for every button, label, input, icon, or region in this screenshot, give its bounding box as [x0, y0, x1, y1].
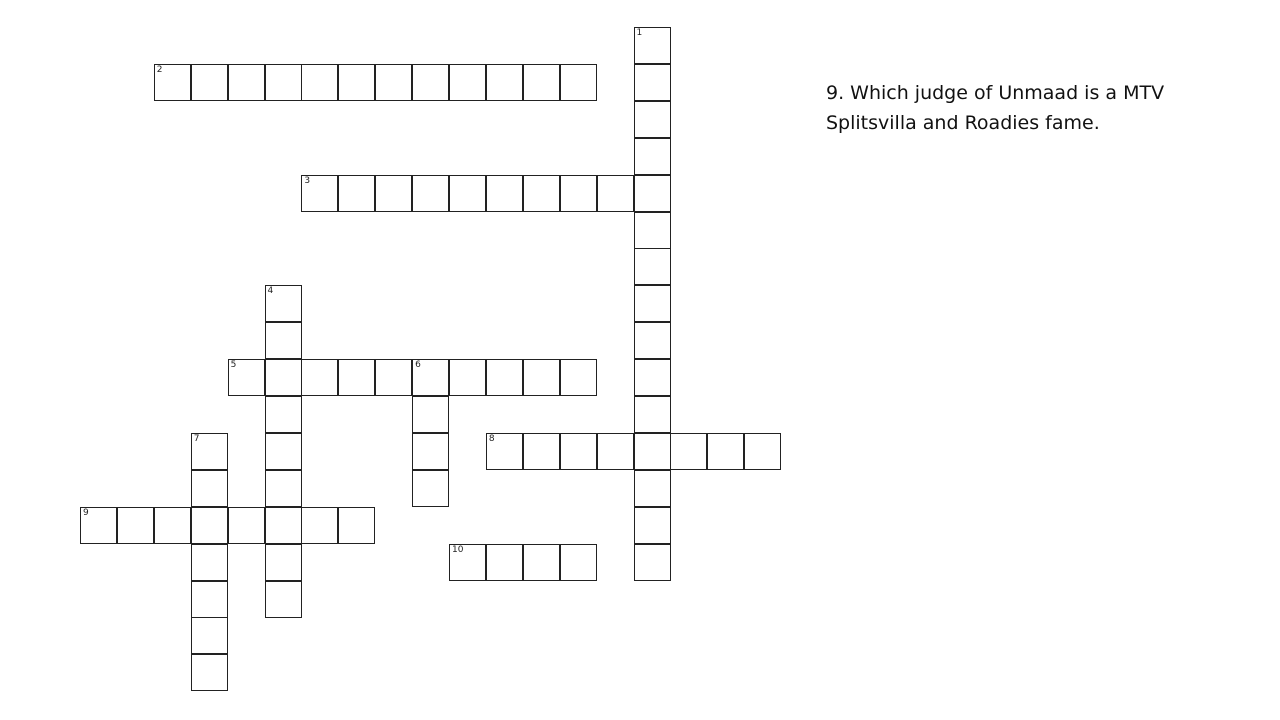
- clue-number: 8: [488, 433, 495, 444]
- clue-number: 4: [267, 286, 274, 297]
- crossword-cell[interactable]: [190, 63, 228, 101]
- crossword-cell[interactable]: [264, 506, 302, 544]
- clue-number: 1: [636, 28, 643, 38]
- crossword-cell[interactable]: [412, 174, 450, 212]
- clue-number: 6: [415, 360, 421, 371]
- crossword-cell[interactable]: [190, 469, 228, 507]
- crossword-cell[interactable]: [449, 174, 486, 212]
- crossword-cell[interactable]: [190, 654, 228, 692]
- crossword-cell[interactable]: 5: [227, 359, 265, 397]
- crossword-cell[interactable]: [375, 174, 413, 212]
- crossword-cell[interactable]: [264, 580, 302, 618]
- crossword-cell[interactable]: [485, 359, 523, 397]
- crossword-cell[interactable]: 6: [412, 359, 450, 397]
- crossword-cell[interactable]: [633, 63, 671, 101]
- crossword-cell[interactable]: [522, 543, 560, 581]
- crossword-cell[interactable]: 7: [190, 432, 228, 470]
- crossword-cell[interactable]: [522, 174, 560, 212]
- crossword-cell[interactable]: [264, 469, 302, 507]
- clue-number: 10: [452, 544, 464, 555]
- crossword-cell[interactable]: [338, 174, 376, 212]
- clue-number: 5: [230, 360, 237, 371]
- crossword-cell[interactable]: [449, 359, 486, 397]
- crossword-cell[interactable]: [412, 469, 450, 507]
- crossword-cell[interactable]: 3: [301, 174, 339, 212]
- crossword-cell[interactable]: [449, 63, 486, 101]
- crossword-cell[interactable]: [633, 285, 671, 323]
- crossword-cell[interactable]: [633, 543, 671, 581]
- crossword-cell[interactable]: [633, 322, 671, 360]
- clue-text: 9. Which judge of Unmaad is a MTV Splits…: [826, 82, 1165, 134]
- crossword-cell[interactable]: [264, 322, 302, 360]
- crossword-cell[interactable]: 1: [633, 27, 671, 64]
- crossword-cell[interactable]: [707, 432, 745, 470]
- crossword-cell[interactable]: [412, 63, 450, 101]
- crossword-cell[interactable]: [633, 506, 671, 544]
- crossword-cell[interactable]: [559, 174, 597, 212]
- crossword-cell[interactable]: [633, 248, 671, 286]
- crossword-cell[interactable]: [633, 469, 671, 507]
- crossword-cell[interactable]: [375, 359, 413, 397]
- crossword-cell[interactable]: [633, 211, 671, 249]
- crossword-cell[interactable]: [227, 63, 265, 101]
- crossword-cell[interactable]: [633, 174, 671, 212]
- clue-number: 7: [193, 433, 200, 444]
- crossword-cell[interactable]: [190, 580, 228, 618]
- crossword-cell[interactable]: [264, 543, 302, 581]
- crossword-cell[interactable]: [338, 359, 376, 397]
- clue-number: 2: [156, 64, 163, 75]
- crossword-cell[interactable]: [301, 359, 339, 397]
- crossword-cell[interactable]: [375, 63, 413, 101]
- crossword-cell[interactable]: [596, 174, 634, 212]
- crossword-cell[interactable]: [559, 359, 597, 397]
- crossword-cell[interactable]: [190, 617, 228, 655]
- crossword-cell[interactable]: [412, 396, 450, 433]
- crossword-cell[interactable]: [522, 432, 560, 470]
- clue-number: 9: [83, 507, 89, 518]
- crossword-cell[interactable]: [633, 137, 671, 175]
- crossword-cell[interactable]: [670, 432, 708, 470]
- crossword-cell[interactable]: [559, 543, 597, 581]
- crossword-cell[interactable]: [227, 506, 265, 544]
- crossword-cell[interactable]: [190, 506, 228, 544]
- crossword-cell[interactable]: [633, 100, 671, 138]
- crossword-cell[interactable]: [485, 174, 523, 212]
- crossword-cell[interactable]: [338, 63, 376, 101]
- crossword-cell[interactable]: 9: [80, 506, 117, 544]
- crossword-cell[interactable]: [264, 359, 302, 397]
- crossword-cell[interactable]: 10: [449, 543, 486, 581]
- crossword-cell[interactable]: [264, 432, 302, 470]
- crossword-cell[interactable]: 4: [264, 285, 302, 323]
- crossword-cell[interactable]: [153, 506, 191, 544]
- crossword-cell[interactable]: [485, 63, 523, 101]
- crossword-cell[interactable]: [559, 432, 597, 470]
- crossword-cell[interactable]: [190, 543, 228, 581]
- crossword-cell[interactable]: [338, 506, 376, 544]
- crossword-cell[interactable]: [301, 63, 339, 101]
- crossword-cell[interactable]: [559, 63, 597, 101]
- crossword-cell[interactable]: [116, 506, 154, 544]
- crossword-cell[interactable]: [264, 396, 302, 433]
- crossword-cell[interactable]: [633, 432, 671, 470]
- crossword-cell[interactable]: 8: [485, 432, 523, 470]
- crossword-cell[interactable]: [744, 432, 782, 470]
- crossword-cell[interactable]: 2: [153, 63, 191, 101]
- crossword-cell[interactable]: [264, 63, 302, 101]
- crossword-cell[interactable]: [301, 506, 339, 544]
- crossword-cell[interactable]: [596, 432, 634, 470]
- clue-number: 3: [304, 175, 311, 186]
- crossword-cell[interactable]: [522, 63, 560, 101]
- crossword-cell[interactable]: [633, 396, 671, 433]
- crossword-cell[interactable]: [485, 543, 523, 581]
- crossword-cell[interactable]: [412, 432, 450, 470]
- crossword-cell[interactable]: [522, 359, 560, 397]
- crossword-cell[interactable]: [633, 359, 671, 397]
